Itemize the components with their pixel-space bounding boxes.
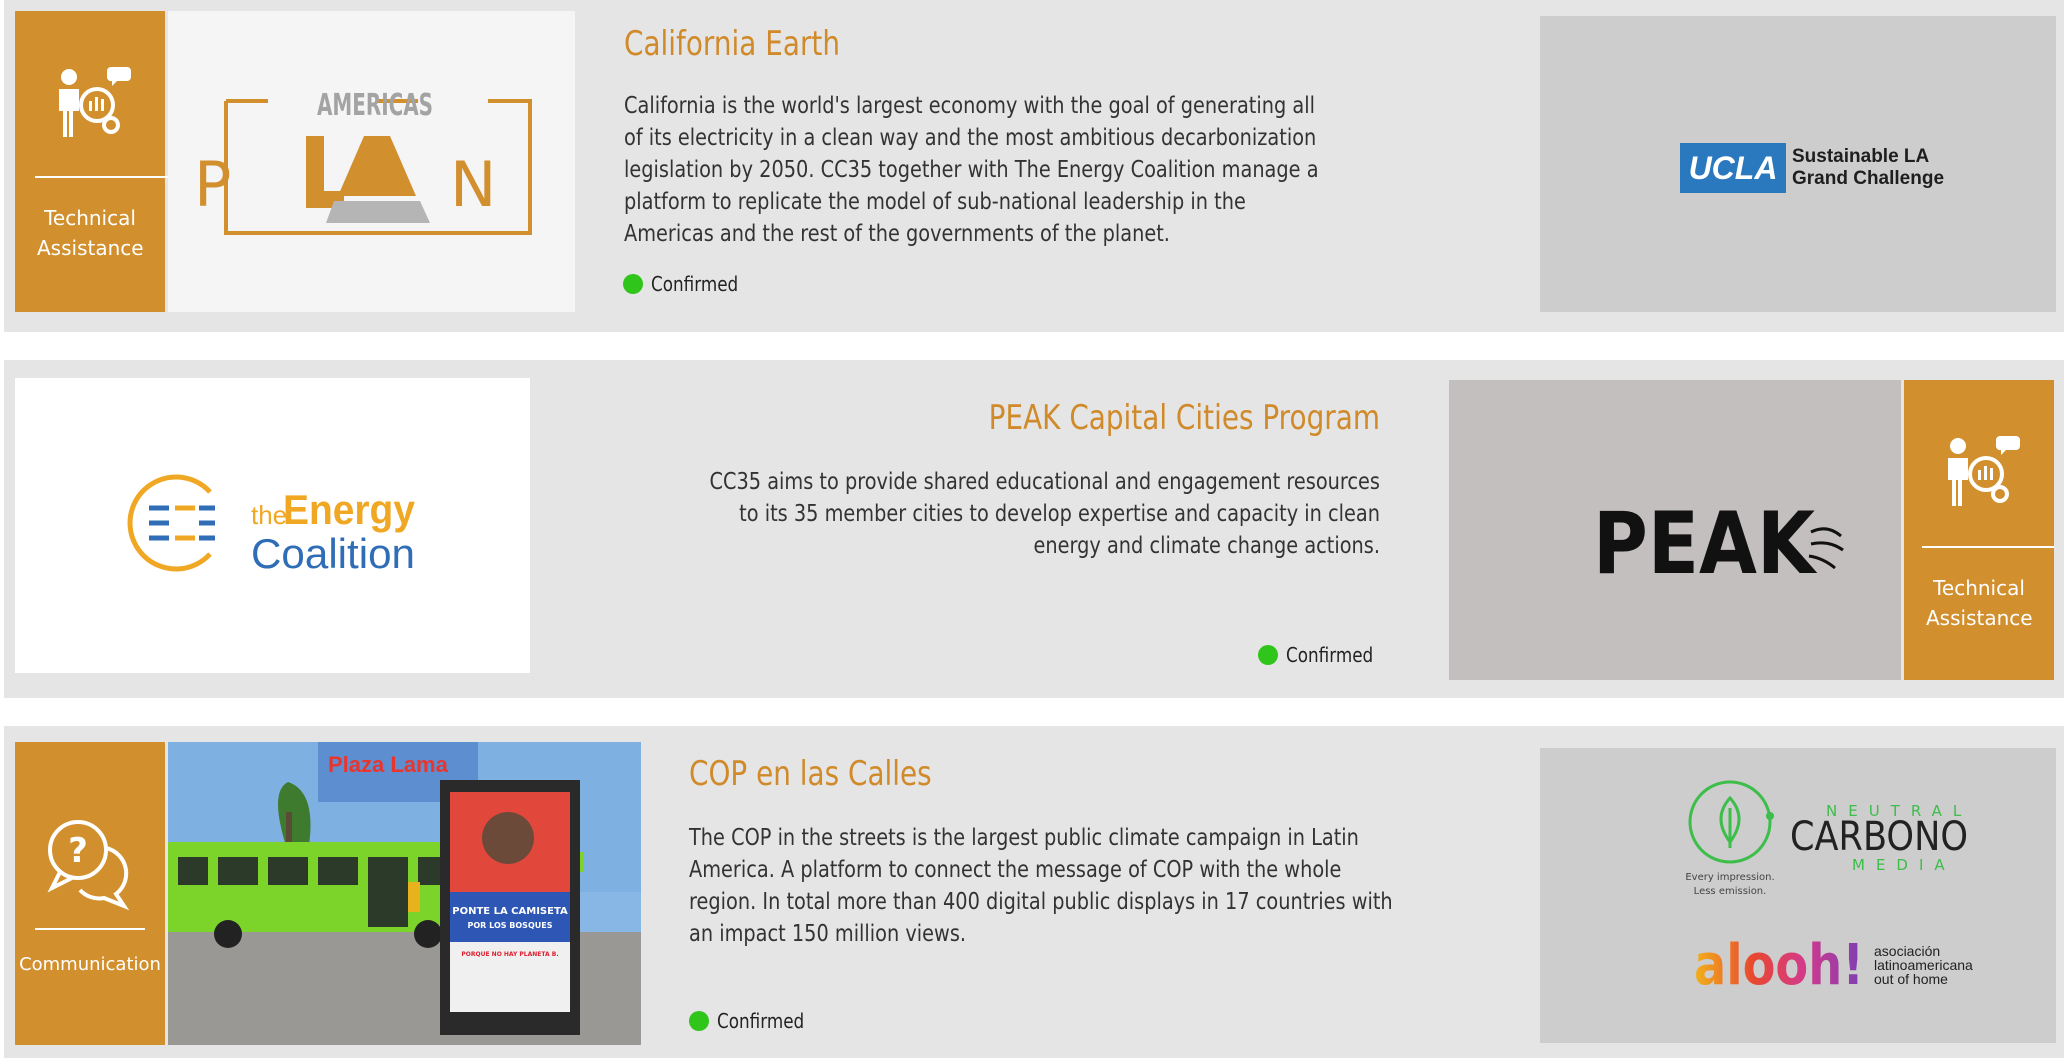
svg-text:?: ? [68, 831, 88, 871]
category-label: Technical Assistance [37, 206, 144, 260]
confirmed-status-icon [689, 1011, 709, 1031]
confirmed-status-icon [623, 274, 643, 294]
technical-assistance-icon [59, 67, 131, 137]
project-title: COP en las Calles [689, 754, 932, 794]
status-badge: Confirmed [689, 1009, 821, 1033]
svg-text:N: N [450, 148, 496, 221]
category-label: Technical Assistance [1926, 576, 2033, 630]
campaign-photo: Plaza Lama PONTE LA CAMISETA POR LOS BOS… [168, 742, 641, 1045]
category-divider [35, 928, 145, 930]
status-label: Confirmed [651, 272, 739, 296]
poster-line-1: PONTE LA CAMISETA [452, 906, 568, 917]
status-label: Confirmed [1286, 643, 1374, 667]
svg-text:P: P [194, 148, 231, 221]
project-title: California Earth [624, 24, 841, 64]
category-tag: ? Communication [15, 742, 165, 1045]
status-badge: Confirmed [623, 272, 755, 296]
category-divider [35, 176, 171, 178]
category-tag: Technical Assistance [15, 11, 171, 312]
poster-line-2: POR LOS BOSQUES [468, 921, 553, 930]
partner-logo-panel: NEUTRAL CARBONO MEDIA Every impression. … [1540, 748, 2056, 1043]
alooh-text: alooh! [1694, 933, 1864, 998]
americas-plan-logo: AMERICAS P N [168, 11, 575, 312]
technical-assistance-icon [1948, 436, 2020, 506]
status-label: Confirmed [717, 1009, 805, 1033]
project-description: California is the world's largest econom… [624, 93, 1319, 247]
project-title: PEAK Capital Cities Program [988, 398, 1380, 438]
category-label: Communication [19, 954, 161, 975]
ucla-badge: UCLA [1680, 143, 1786, 193]
partner-logo-panel: PEAK [1449, 380, 1901, 680]
alooh-line-3: out of home [1874, 971, 1948, 987]
energy-text: Energy [283, 486, 416, 533]
peak-logo-text: PEAK [1593, 494, 1818, 594]
coalition-text: Coalition [251, 530, 415, 577]
alooh-logo: alooh! asociación latinoamericana out of… [1694, 933, 1973, 998]
ucla-line-2: Grand Challenge [1792, 168, 1945, 189]
project-description: The COP in the streets is the largest pu… [689, 825, 1393, 947]
energy-coalition-logo: the Energy Coalition [15, 378, 530, 673]
ucla-line-1: Sustainable LA [1792, 146, 1930, 167]
category-divider [1922, 546, 2054, 548]
communication-icon: ? [47, 820, 130, 910]
plaza-lama-sign: Plaza Lama [328, 752, 449, 777]
confirmed-status-icon [1258, 645, 1278, 665]
the-text: the [251, 500, 287, 530]
category-tag: Technical Assistance [1904, 380, 2054, 680]
americas-text: AMERICAS [317, 88, 433, 123]
project-description: CC35 aims to provide shared educational … [709, 469, 1380, 559]
poster-line-3: PORQUE NO HAY PLANETA B. [461, 951, 558, 958]
partner-logo-panel: UCLA Sustainable LA Grand Challenge [1540, 16, 2056, 312]
status-badge: Confirmed [1258, 643, 1390, 667]
